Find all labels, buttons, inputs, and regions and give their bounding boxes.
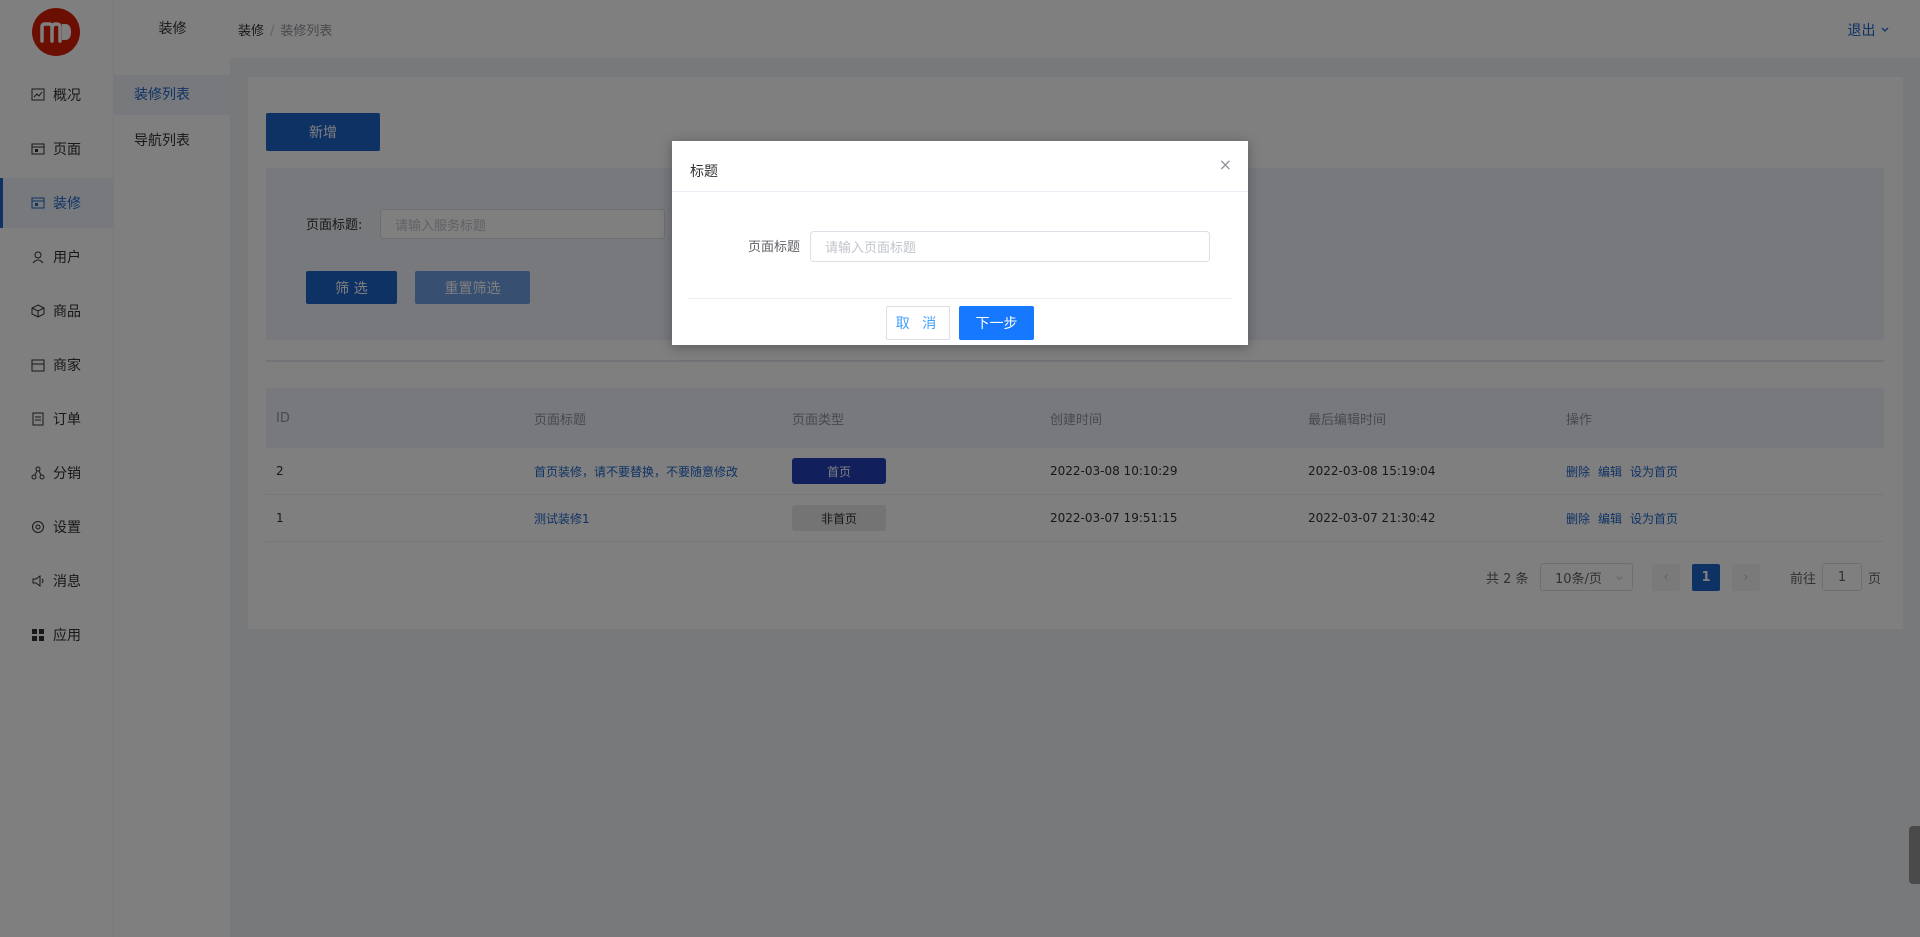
dialog-divider: [672, 191, 1248, 192]
title-dialog: 标题 × 页面标题 请输入页面标题 取 消 下一步: [672, 141, 1248, 345]
cancel-button[interactable]: 取 消: [886, 306, 950, 340]
dialog-footer-divider: [688, 298, 1232, 299]
page-title-placeholder: 请输入页面标题: [825, 241, 917, 256]
next-step-button[interactable]: 下一步: [959, 306, 1034, 340]
floating-widget[interactable]: [1909, 826, 1920, 884]
dialog-title: 标题: [690, 164, 718, 180]
page-title-label: 页面标题: [748, 240, 801, 255]
close-icon[interactable]: ×: [1219, 155, 1232, 174]
page-title-input[interactable]: 请输入页面标题: [810, 231, 1210, 262]
